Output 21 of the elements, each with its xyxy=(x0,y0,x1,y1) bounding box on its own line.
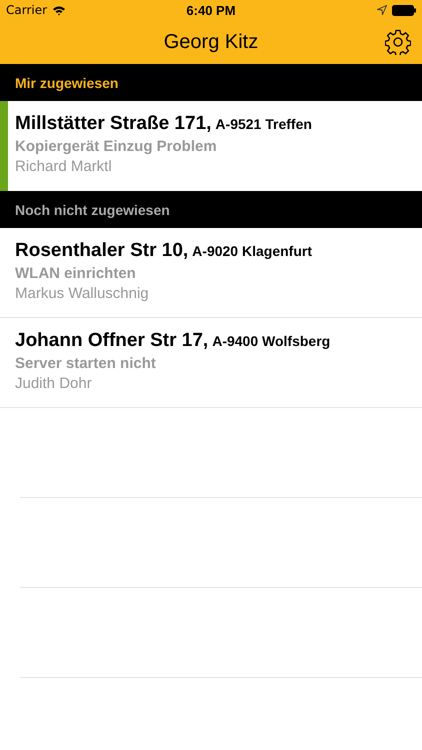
street-address: Millstätter Straße 171, xyxy=(15,113,212,135)
settings-button[interactable] xyxy=(384,28,412,56)
status-time: 6:40 PM xyxy=(186,2,236,18)
street-address: Johann Offner Str 17, xyxy=(15,330,208,352)
contact-name: Markus Walluschnig xyxy=(15,285,149,302)
location-arrow-icon xyxy=(376,5,387,15)
carrier-label: Carrier xyxy=(6,3,48,17)
street-address: Rosenthaler Str 10, xyxy=(15,240,188,262)
section-title: Noch nicht zugewiesen xyxy=(15,202,170,218)
job-subject: WLAN einrichten xyxy=(15,265,136,282)
contact-name: Judith Dohr xyxy=(15,375,92,392)
wifi-icon xyxy=(52,4,66,16)
postal-city: A-9400 Wolfsberg xyxy=(212,333,330,349)
contact-name: Richard Marktl xyxy=(15,158,112,175)
postal-city: A-9521 Treffen xyxy=(215,116,312,132)
job-subject: Kopiergerät Einzug Problem xyxy=(15,138,217,155)
battery-icon xyxy=(392,4,416,16)
nav-title: Georg Kitz xyxy=(164,30,258,54)
section-title: Mir zugewiesen xyxy=(15,74,118,90)
job-subject: Server starten nicht xyxy=(15,355,156,372)
postal-city: A-9020 Klagenfurt xyxy=(192,243,312,259)
